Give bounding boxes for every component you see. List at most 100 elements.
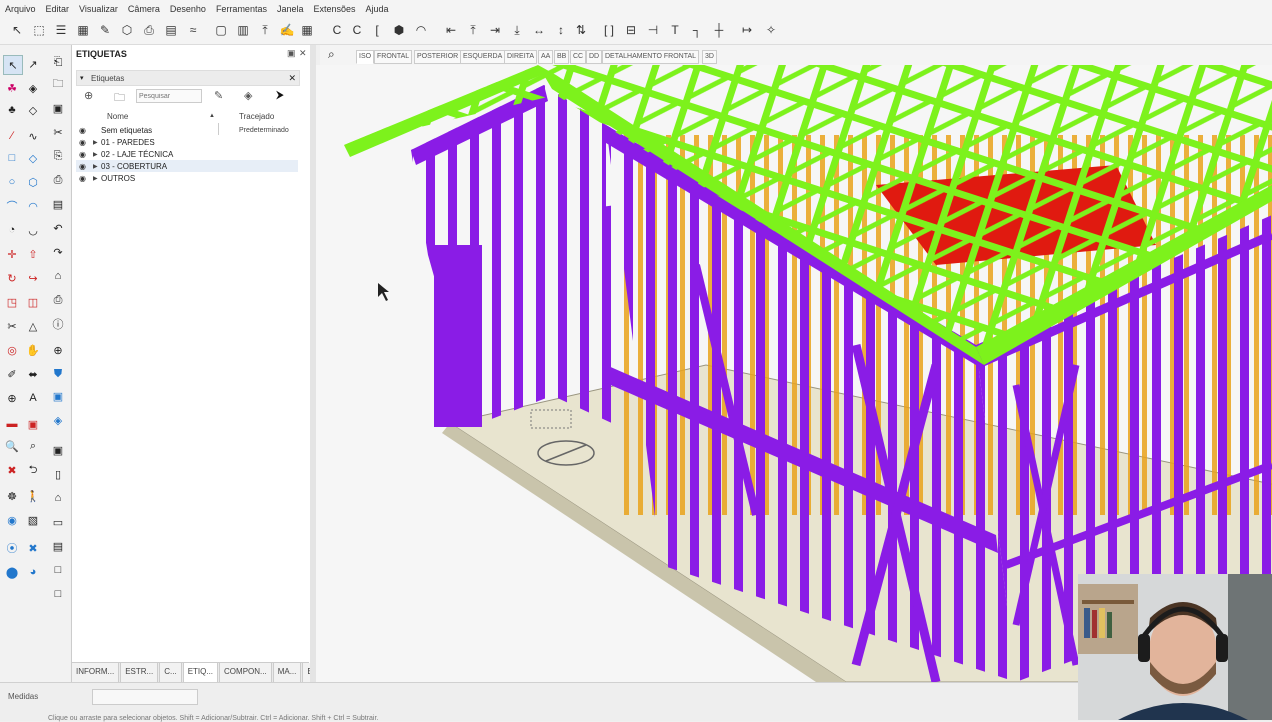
grid-icon[interactable]: ▦ <box>74 21 92 39</box>
expand-triangle-icon[interactable]: ▶ <box>93 163 101 170</box>
erase2-icon[interactable]: ◇ <box>24 101 42 119</box>
scene-tab-frontal[interactable]: FRONTAL <box>374 50 413 64</box>
add-folder-icon[interactable]: 🗀 <box>114 89 125 108</box>
plugin-icon[interactable]: ◈ <box>49 411 67 429</box>
rect-tool-icon[interactable]: □ <box>3 149 21 167</box>
walk-icon[interactable]: 🚶 <box>24 487 42 505</box>
redo-icon[interactable]: ↷ <box>49 243 67 261</box>
3d-text-icon[interactable]: A <box>24 389 42 407</box>
scene-tab-cc[interactable]: CC <box>570 50 587 64</box>
dimension-tool-icon[interactable]: ⬌ <box>24 365 42 383</box>
profile-c1-icon[interactable]: C <box>328 21 346 39</box>
scene-tab-detalhamento-frontal[interactable]: DETALHAMENTO FRONTAL <box>602 50 700 64</box>
save-icon[interactable]: ▣ <box>49 99 67 117</box>
pencil-box-icon[interactable]: ✍ <box>278 21 296 39</box>
scene-tab-posterior[interactable]: POSTERIOR <box>414 50 462 64</box>
details-arrow-icon[interactable]: ⮞ <box>276 89 284 102</box>
print-icon[interactable]: ⎙ <box>140 21 158 39</box>
tape-measure-icon[interactable]: ✂ <box>3 317 21 335</box>
export-icon[interactable]: ⤒ <box>256 21 274 39</box>
scene-tab-direita[interactable]: DIREITA <box>504 50 538 64</box>
frame-icon[interactable]: ▢ <box>212 21 230 39</box>
align-left-icon[interactable]: ⇤ <box>442 21 460 39</box>
edit-icon[interactable]: ✎ <box>96 21 114 39</box>
tag-search-input[interactable] <box>136 89 202 103</box>
clipboard-icon[interactable]: ▤ <box>49 195 67 213</box>
distribute-v-icon[interactable]: ↕ <box>552 21 570 39</box>
copy-icon[interactable]: ⎘ <box>49 147 67 165</box>
add-tag-icon[interactable]: ⊕ <box>84 89 93 102</box>
section-fill-icon[interactable]: ▣ <box>24 415 42 433</box>
x-ray-icon[interactable]: ✖ <box>24 539 42 557</box>
followme-icon[interactable]: ↪ <box>24 269 42 287</box>
wave-icon[interactable]: ≈ <box>184 21 202 39</box>
tag-row-paredes[interactable]: ◉ ▶ 01 - PAREDES <box>76 136 298 148</box>
group-icon[interactable]: ♣ <box>3 101 21 119</box>
layers-icon[interactable]: ⬡ <box>118 21 136 39</box>
panel-icon[interactable]: ▯ <box>49 465 67 483</box>
eraser-icon[interactable]: ◈ <box>24 79 42 97</box>
orbit-tool-icon[interactable]: ◎ <box>3 341 21 359</box>
section-plane-icon[interactable]: ▬ <box>3 415 21 433</box>
sandbox-icon[interactable]: ▧ <box>24 511 42 529</box>
pushpull-icon[interactable]: ⇧ <box>24 245 42 263</box>
undo-icon[interactable]: ↶ <box>49 219 67 237</box>
tag-row-laje-tecnica[interactable]: ◉ ▶ 02 - LAJE TÉCNICA <box>76 148 298 160</box>
previous-view-icon[interactable]: ⮌ <box>24 461 42 479</box>
profile-c3-icon[interactable]: [ <box>368 21 386 39</box>
tag-row-outros[interactable]: ◉ ▶ OUTROS <box>76 172 298 184</box>
zoom-tool-icon[interactable]: 🔍 <box>3 437 21 455</box>
page2-icon[interactable]: □ <box>49 561 67 579</box>
table-icon[interactable]: ▥ <box>234 21 252 39</box>
select-box-icon[interactable]: ⬚ <box>30 21 48 39</box>
page3-icon[interactable]: □ <box>49 585 67 603</box>
photo-icon[interactable]: ▣ <box>49 441 67 459</box>
zoom-window-icon[interactable]: ⌕ <box>24 437 42 455</box>
tag-row-sem-etiquetas[interactable]: ◉ Sem etiquetas Predeterminado <box>76 124 298 136</box>
paint-icon[interactable]: ☘ <box>3 79 21 97</box>
paste-icon[interactable]: ⎙ <box>49 171 67 189</box>
t-profile-icon[interactable]: T <box>666 21 684 39</box>
axes-icon[interactable]: ⊕ <box>3 389 21 407</box>
paint-tag-icon[interactable]: ✎ <box>214 89 223 102</box>
tag-row-cobertura[interactable]: ◉ ▶ 03 - COBERTURA <box>76 160 298 172</box>
scene-tab-3d[interactable]: 3D <box>702 50 717 64</box>
arc-tool-icon[interactable]: ⌒ <box>3 197 21 215</box>
look-around-icon[interactable]: ◉ <box>3 511 21 529</box>
cross-icon[interactable]: ┼ <box>710 21 728 39</box>
menu-arquivo[interactable]: Arquivo <box>0 4 41 14</box>
search-icon[interactable]: ⌕ <box>328 47 335 62</box>
offset-icon[interactable]: ◫ <box>24 293 42 311</box>
cut-icon[interactable]: ✂ <box>49 123 67 141</box>
dimension-icon[interactable]: ↦ <box>738 21 756 39</box>
panel-close-icon[interactable]: ✕ <box>299 48 307 59</box>
menu-visualizar[interactable]: Visualizar <box>74 4 123 14</box>
visibility-eye-icon[interactable]: ◉ <box>79 126 93 135</box>
align-top-icon[interactable]: ⤒ <box>464 21 482 39</box>
tags-subheader[interactable]: ▾ Etiquetas ✕ <box>76 70 300 86</box>
model-info-icon[interactable]: ⌂ <box>49 267 67 285</box>
tab-tags[interactable]: ETIQ... <box>182 663 219 683</box>
column-style-header[interactable]: Tracejado <box>239 112 274 121</box>
visibility-eye-icon[interactable]: ◉ <box>79 174 93 183</box>
cube-icon[interactable]: ⬢ <box>390 21 408 39</box>
list-icon[interactable]: ☰ <box>52 21 70 39</box>
menu-extensoes[interactable]: Extensões <box>309 4 361 14</box>
profile-c2-icon[interactable]: C <box>348 21 366 39</box>
panel-pin-icon[interactable]: ▣ <box>287 48 296 59</box>
position-camera-icon[interactable]: ☸ <box>3 487 21 505</box>
scene-tab-esquerda[interactable]: ESQUERDA <box>460 50 506 64</box>
search-model-icon[interactable]: ⦿ <box>3 539 21 557</box>
menu-ajuda[interactable]: Ajuda <box>361 4 394 14</box>
pie-icon[interactable]: ◔ <box>3 221 21 239</box>
sort-icon[interactable]: ▲ <box>209 113 215 119</box>
scale-tool-icon[interactable]: ◳ <box>3 293 21 311</box>
measurements-input[interactable] <box>92 689 198 705</box>
color-by-tag-icon[interactable]: ◈ <box>244 89 252 102</box>
tab-outliner[interactable]: ESTR... <box>120 663 159 683</box>
house-icon[interactable]: ⌂ <box>49 489 67 507</box>
menu-ferramentas[interactable]: Ferramentas <box>211 4 272 14</box>
circle-tool-icon[interactable]: ○ <box>3 173 21 191</box>
bracket-icon[interactable]: [ ] <box>600 21 618 39</box>
distribute-h-icon[interactable]: ↔ <box>530 21 548 39</box>
